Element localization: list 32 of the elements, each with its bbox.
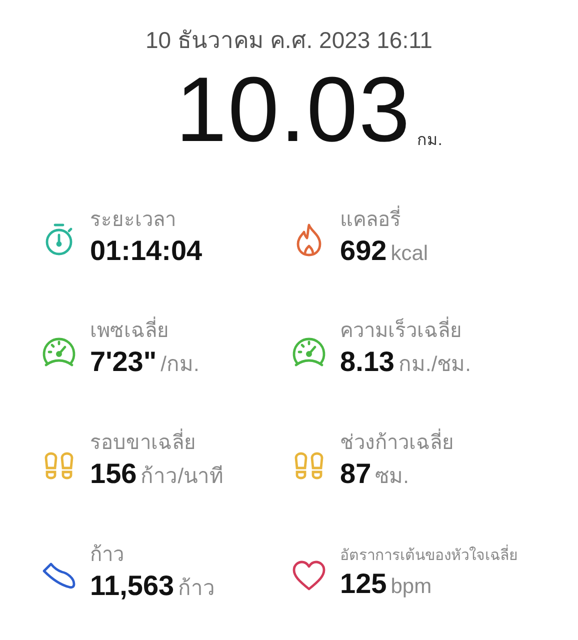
stat-label: รอบขาเฉลี่ย (90, 430, 224, 456)
stat-unit: ก้าว (178, 576, 216, 602)
speedometer-icon (41, 336, 77, 368)
stat-unit: กม./ชม. (398, 352, 472, 378)
stat-value: 11,563 (90, 570, 174, 602)
distance-value: 10.03 (176, 64, 411, 156)
stopwatch-icon (44, 223, 74, 257)
stat-value: 87 (340, 458, 372, 490)
stat-label: แคลอรี่ (340, 207, 428, 233)
stat-label: ช่วงก้าวเฉลี่ย (340, 430, 454, 456)
stat-value: 156 (90, 458, 137, 490)
stat-unit: /กม. (160, 352, 200, 378)
stat-value: 01:14:04 (90, 235, 202, 267)
workout-date: 10 ธันวาคม ค.ศ. 2023 16:11 (144, 26, 434, 55)
stat-label: อัตราการเต้นของหัวใจเฉลี่ย (340, 546, 518, 566)
flame-icon (294, 223, 324, 257)
stat-unit: ก้าว/นาที (140, 464, 224, 490)
stat-value: 692 (340, 235, 387, 267)
stat-label: ความเร็วเฉลี่ย (340, 318, 472, 344)
stat-unit: bpm (390, 574, 432, 599)
stat-label: เพซเฉลี่ย (90, 318, 200, 344)
stat-unit: kcal (390, 242, 428, 266)
stat-value: 8.13 (340, 346, 394, 378)
heart-icon (291, 560, 327, 592)
stat-value: 7'23" (90, 346, 157, 378)
shoe-icon (41, 561, 77, 591)
stat-value: 125 (340, 568, 387, 600)
stat-label: ระยะเวลา (90, 208, 177, 233)
stat-label: ก้าว (90, 543, 125, 568)
speedometer-icon (291, 336, 327, 368)
distance-unit: กม. (416, 131, 442, 151)
stat-unit: ซม. (375, 464, 409, 490)
